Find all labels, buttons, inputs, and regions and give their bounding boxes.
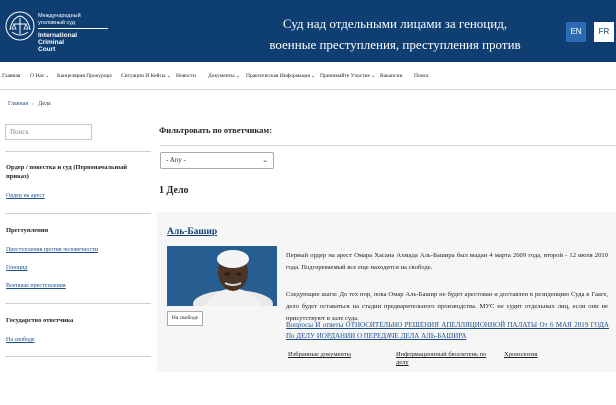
accused-filter-select[interactable]: - Any - ⌄ (160, 152, 274, 169)
sidebar-heading-warrant: Ордер / повестка и суд (Первоначальный п… (6, 164, 128, 180)
tab-selected-documents[interactable]: Избранные документы (288, 351, 351, 359)
chevron-down-icon: ⌄ (235, 74, 240, 79)
sidebar-divider (5, 213, 151, 214)
breadcrumb: Главная › Дела (8, 101, 51, 107)
sidebar-link-arrest-warrant[interactable]: Ордер на арест (6, 193, 45, 199)
sidebar-divider (5, 303, 151, 304)
sidebar-link-genocide[interactable]: Геноцид (6, 265, 27, 271)
result-count: 1 Дело (159, 185, 189, 196)
select-value: - Any - (166, 156, 186, 164)
nav-label: Канцелярия Прокурора (57, 73, 112, 79)
tab-chronology[interactable]: Хронология (504, 351, 537, 359)
nav-item-documents[interactable]: Документы⌄ (208, 73, 240, 79)
filter-label: Фильтровать по ответчикам: (159, 125, 273, 135)
nav-label: Главная (2, 73, 21, 79)
nav-item-about[interactable]: О Нас⌄ (30, 73, 49, 79)
chevron-down-icon: ⌄ (311, 74, 316, 79)
nav-item-news[interactable]: Новости (176, 73, 196, 79)
chevron-down-icon: ⌄ (370, 74, 376, 79)
main-nav: Главная О Нас⌄ Канцелярия Прокурора Ситу… (0, 62, 616, 90)
filter-divider (159, 145, 616, 146)
logo-ru-line2: уголовный суд (38, 20, 75, 26)
nav-label: О Нас (30, 73, 45, 79)
sidebar-heading-status: Государство ответчика (6, 317, 74, 324)
nav-item-prosecutor[interactable]: Канцелярия Прокурора (57, 73, 112, 79)
sidebar-link-crimes-against-humanity[interactable]: Преступления против человечности (6, 247, 98, 253)
nav-label: Поиск (414, 73, 429, 79)
qa-appeals-link[interactable]: Вопросы И ответы ОТНОСИТЕЛЬНО РЕШЕНИЯ АП… (286, 320, 609, 342)
sidebar-divider (5, 356, 151, 357)
breadcrumb-home-link[interactable]: Главная (8, 101, 28, 107)
sidebar-divider (5, 151, 151, 152)
breadcrumb-separator: › (32, 101, 35, 107)
logo-en-line3: Court (38, 46, 56, 53)
defendant-photo (167, 246, 277, 306)
chevron-down-icon: ⌄ (262, 156, 268, 164)
case-summary-paragraph: Первый ордер на арест Омара Хасана Ахмад… (286, 252, 608, 271)
site-tagline-line1: Суд над отдельными лицами за геноцид, во… (269, 16, 521, 52)
lang-fr-button[interactable]: FR (594, 22, 614, 42)
nav-label: Вакансии (380, 73, 403, 79)
nav-label: Документы (208, 73, 235, 79)
sidebar-link-at-large[interactable]: На свободе (6, 337, 35, 343)
chevron-down-icon: ⌄ (166, 74, 171, 79)
nav-item-situations[interactable]: Ситуации И Кейсы⌄ (121, 73, 171, 79)
logo-divider (38, 28, 108, 29)
sidebar-heading-crimes: Преступления (6, 227, 49, 234)
case-card: Аль-Башир На свободе Первый ордер на аре… (157, 212, 616, 372)
nav-label: Практическая Информация (246, 73, 311, 79)
tab-case-information-sheet[interactable]: Информационный бюллетень по делу (396, 351, 498, 367)
sidebar-search-input[interactable]: Поиск (5, 124, 92, 140)
icc-emblem-icon (5, 11, 35, 41)
nav-item-participate[interactable]: Принимайте Участие⌄ (320, 73, 375, 79)
nav-label: Ситуации И Кейсы (121, 73, 166, 79)
nav-label: Новости (176, 73, 196, 79)
case-name-link[interactable]: Аль-Башир (167, 227, 217, 237)
sidebar-link-war-crimes[interactable]: Военные преступления (6, 283, 66, 289)
nav-item-practical-info[interactable]: Практическая Информация⌄ (246, 73, 315, 79)
breadcrumb-current: Дела (38, 101, 51, 107)
nav-item-vacancies[interactable]: Вакансии (380, 73, 402, 79)
chevron-down-icon: ⌄ (45, 74, 50, 79)
icc-logo[interactable]: Международный уголовный суд Internationa… (4, 8, 114, 56)
lang-en-button[interactable]: EN (566, 22, 586, 42)
site-header: Международный уголовный суд Internationa… (0, 0, 616, 73)
nav-label: Принимайте Участие (320, 73, 370, 79)
status-at-large-button[interactable]: На свободе (167, 311, 203, 326)
nav-item-home[interactable]: Главная (2, 73, 20, 79)
nav-item-search[interactable]: Поиск (414, 73, 429, 79)
